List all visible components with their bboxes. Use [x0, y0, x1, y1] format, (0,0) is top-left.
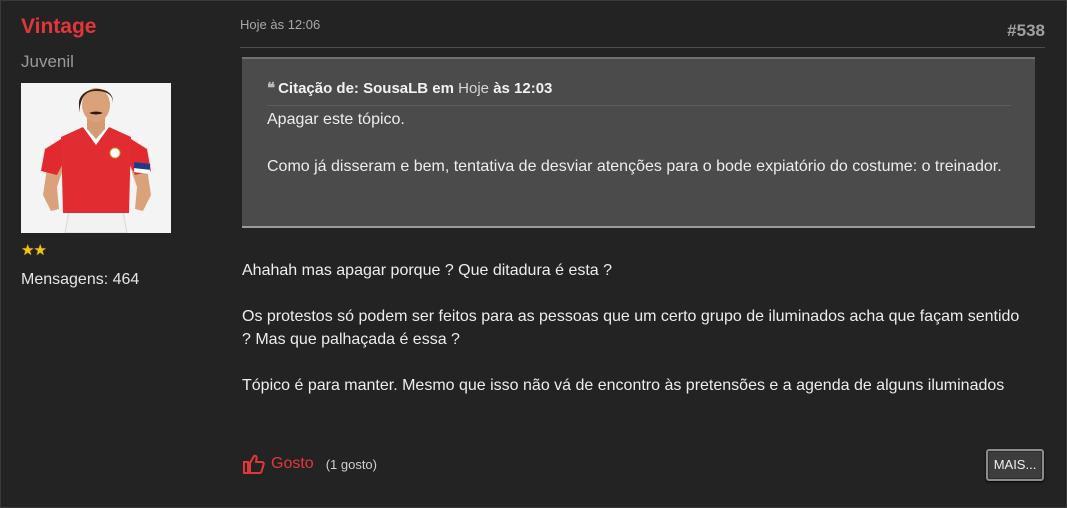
post-number-link[interactable]: #538: [1007, 21, 1045, 41]
quote-line: Apagar este tópico.: [267, 111, 405, 128]
like-label: Gosto: [271, 455, 314, 472]
like-button[interactable]: Gosto: [243, 454, 314, 474]
quote-text: Apagar este tópico. Como já disseram e b…: [267, 108, 1011, 179]
quote-icon: ❝: [267, 80, 276, 97]
more-button[interactable]: MAIS...: [986, 449, 1044, 481]
quote-date-link[interactable]: Hoje: [458, 80, 489, 97]
rank-stars: ★★: [21, 242, 47, 259]
post-count: Mensagens: 464: [21, 271, 140, 288]
like-row: Gosto (1 gosto): [243, 451, 377, 477]
quote-block: ❝ Citação de: SousaLB em Hoje às 12:03 Ap…: [242, 57, 1035, 228]
body-paragraph: Tópico é para manter. Mesmo que isso não…: [242, 377, 1005, 394]
forum-post: Vintage Juvenil ★★ Mensagens: 464 Hoje à…: [0, 0, 1067, 508]
quote-prefix: Citação de:: [278, 80, 359, 97]
avatar-image: [21, 83, 171, 233]
quote-header: ❝ Citação de: SousaLB em Hoje às 12:03: [267, 79, 1011, 106]
post-body: Ahahah mas apagar porque ? Que ditadura …: [242, 259, 1032, 420]
body-paragraph: Ahahah mas apagar porque ? Que ditadura …: [242, 262, 613, 279]
quote-author: SousaLB: [363, 80, 429, 97]
quote-em: em: [432, 80, 454, 97]
like-count: (1 gosto): [325, 456, 377, 472]
user-profile: Vintage Juvenil ★★ Mensagens: 464: [21, 13, 211, 289]
avatar[interactable]: [21, 83, 171, 233]
user-rank: Juvenil: [21, 52, 74, 71]
username-link[interactable]: Vintage: [21, 13, 211, 41]
quote-line: Como já disseram e bem, tentativa de des…: [267, 158, 1002, 175]
body-paragraph: Os protestos só podem ser feitos para as…: [242, 308, 1020, 348]
quote-time: às 12:03: [493, 80, 553, 97]
post-header: Hoje às 12:06 #538: [240, 15, 1045, 48]
post-date: Hoje às 12:06: [240, 17, 321, 32]
thumbs-up-icon: [243, 454, 265, 474]
